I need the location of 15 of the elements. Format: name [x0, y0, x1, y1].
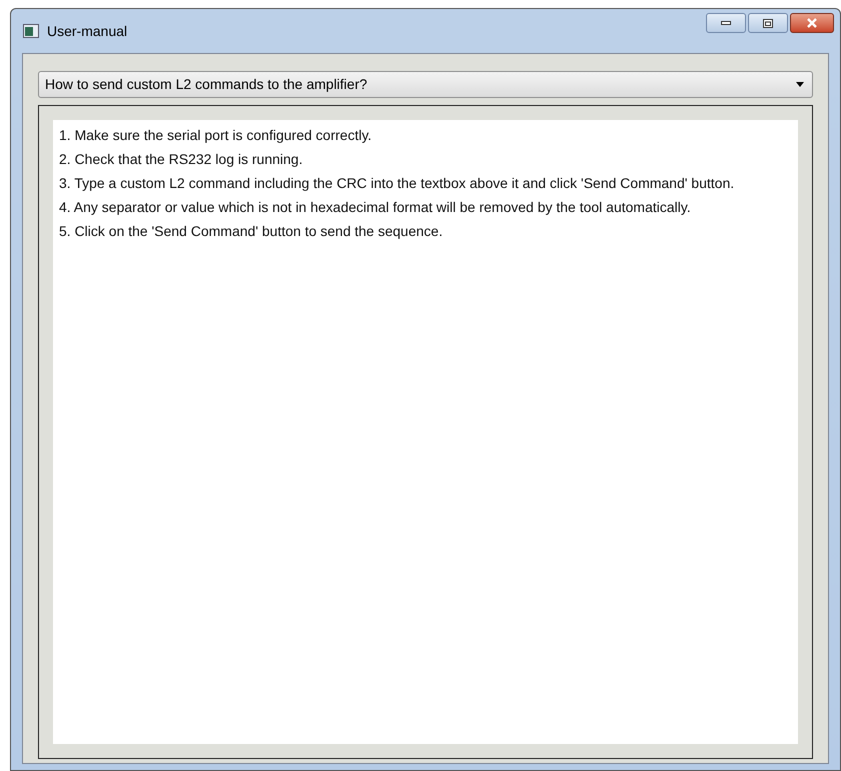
- manual-step: 4. Any separator or value which is not in hexadecimal format will be removed by the tool automatically.: [59, 198, 792, 216]
- close-button[interactable]: [790, 13, 834, 33]
- manual-step: 2. Check that the RS232 log is running.: [59, 150, 792, 168]
- minimize-button[interactable]: [706, 13, 746, 33]
- topic-dropdown[interactable]: How to send custom L2 commands to the amplifier?: [38, 71, 813, 98]
- app-icon: [23, 24, 39, 38]
- manual-step: 5. Click on the 'Send Command' button to send the sequence.: [59, 222, 792, 240]
- manual-step: 1. Make sure the serial port is configured correctly.: [59, 126, 792, 144]
- window-title: User-manual: [47, 22, 128, 40]
- restore-button[interactable]: [748, 13, 788, 33]
- close-icon: [806, 18, 818, 28]
- manual-step: 3. Type a custom L2 command including the CRC into the textbox above it and click 'Send Command' button.: [59, 174, 792, 192]
- dropdown-arrow-icon: [796, 82, 804, 87]
- minimize-icon: [721, 21, 731, 25]
- restore-icon: [763, 18, 773, 28]
